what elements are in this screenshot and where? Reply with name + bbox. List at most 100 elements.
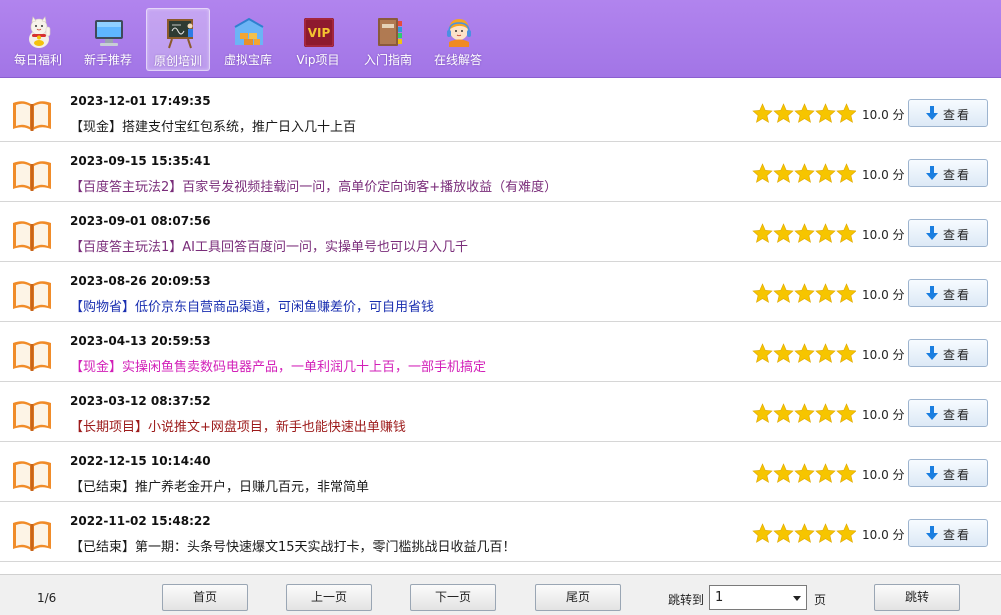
vip-badge-text: VIP [308, 26, 331, 40]
nav-beginner-recommend[interactable]: 新手推荐 [76, 8, 140, 71]
nav-virtual-treasury[interactable]: 虚拟宝库 [216, 8, 280, 71]
star-icon [752, 403, 773, 423]
view-button[interactable]: 查看 [908, 459, 988, 487]
star-icon [794, 523, 815, 543]
item-date: 2023-09-01 08:07:56 [70, 214, 211, 228]
prev-page-button[interactable]: 上一页 [286, 584, 372, 611]
item-score: 10.0 分 [862, 108, 905, 122]
star-icon [836, 463, 856, 483]
star-icon [794, 403, 815, 423]
star-rating [752, 463, 856, 483]
next-page-button[interactable]: 下一页 [410, 584, 496, 611]
item-title[interactable]: 【现金】实操闲鱼售卖数码电器产品，一单利润几十上百，一部手机搞定 [70, 356, 486, 375]
item-title[interactable]: 【已结束】第一期：头条号快速爆文15天实战打卡，零门槛挑战日收益几百！ [70, 536, 516, 555]
item-score: 10.0 分 [862, 228, 905, 242]
star-rating [752, 343, 856, 363]
star-icon [773, 523, 794, 543]
item-title[interactable]: 【现金】搭建支付宝红包系统，推广日入几十上百 [70, 116, 356, 135]
download-arrow-icon [926, 526, 938, 540]
open-book-icon [13, 161, 51, 191]
list-item: 2023-04-13 20:59:53 【现金】实操闲鱼售卖数码电器产品，一单利润… [0, 322, 1001, 382]
star-icon [752, 343, 773, 363]
item-date: 2022-12-15 10:14:40 [70, 454, 211, 468]
first-page-button[interactable]: 首页 [162, 584, 248, 611]
go-button[interactable]: 跳转 [874, 584, 960, 611]
download-arrow-icon [926, 166, 938, 180]
open-book-icon [13, 101, 51, 131]
vip-icon: VIP [304, 18, 334, 47]
star-icon [752, 163, 773, 183]
star-icon [773, 463, 794, 483]
download-arrow-icon [926, 346, 938, 360]
item-date: 2022-11-02 15:48:22 [70, 514, 211, 528]
list-item: 2023-09-01 08:07:56 【百度答主玩法1】AI工具回答百度问一问，… [0, 202, 1001, 262]
star-icon [836, 523, 856, 543]
pagination-bar: 1/6 首页 上一页 下一页 尾页 跳转到 1 页 跳转 [0, 574, 1001, 615]
list-item: 2023-08-26 20:09:53 【购物省】低价京东自营商品渠道，可闲鱼赚差… [0, 262, 1001, 322]
open-book-icon [13, 221, 51, 251]
star-icon [752, 523, 773, 543]
open-book-icon [13, 341, 51, 371]
view-button-label: 查看 [943, 468, 972, 482]
star-icon [773, 403, 794, 423]
item-title[interactable]: 【百度答主玩法1】AI工具回答百度问一问，实操单号也可以月入几千 [70, 236, 468, 255]
nav-getting-started[interactable]: 入门指南 [356, 8, 420, 71]
star-icon [773, 343, 794, 363]
last-page-button[interactable]: 尾页 [535, 584, 621, 611]
list-item: 2022-12-15 10:14:40 【已结束】推广养老金开户，日赚几百元，非常… [0, 442, 1001, 502]
open-book-icon [13, 401, 51, 431]
item-score: 10.0 分 [862, 528, 905, 542]
nav-label: 入门指南 [363, 53, 412, 67]
item-date: 2023-08-26 20:09:53 [70, 274, 211, 288]
view-button[interactable]: 查看 [908, 399, 988, 427]
view-button[interactable]: 查看 [908, 159, 988, 187]
item-title[interactable]: 【长期项目】小说推文+网盘项目，新手也能快速出单赚钱 [70, 416, 406, 435]
nav-original-training[interactable]: 原创培训 [146, 8, 210, 71]
page-unit-label: 页 [814, 593, 827, 607]
nav-label: Vip项目 [296, 53, 340, 67]
nav-online-answers[interactable]: 在线解答 [426, 8, 490, 71]
page-number-select[interactable]: 1 [709, 585, 807, 610]
star-icon [794, 163, 815, 183]
view-button[interactable]: 查看 [908, 519, 988, 547]
open-book-icon [13, 521, 51, 551]
nav-vip-projects[interactable]: VIP Vip项目 [286, 8, 350, 71]
item-title[interactable]: 【购物省】低价京东自营商品渠道，可闲鱼赚差价，可自用省钱 [70, 296, 434, 315]
star-icon [836, 283, 856, 303]
item-score: 10.0 分 [862, 468, 905, 482]
item-date: 2023-04-13 20:59:53 [70, 334, 211, 348]
star-icon [836, 403, 856, 423]
page-number-value: 1 [715, 590, 724, 605]
nav-label: 每日福利 [13, 53, 62, 67]
star-icon [815, 343, 836, 363]
nav-daily-benefits[interactable]: 每日福利 [6, 8, 70, 71]
item-title[interactable]: 【已结束】推广养老金开户，日赚几百元，非常简单 [70, 476, 369, 495]
star-rating [752, 223, 856, 243]
star-icon [815, 463, 836, 483]
star-icon [815, 283, 836, 303]
view-button[interactable]: 查看 [908, 279, 988, 307]
item-title[interactable]: 【百度答主玩法2】百家号发视频挂载问一问，高单价定向询客+播放收益（有难度） [70, 176, 557, 195]
star-icon [836, 103, 856, 123]
star-icon [752, 223, 773, 243]
star-icon [752, 283, 773, 303]
star-icon [773, 223, 794, 243]
star-rating [752, 163, 856, 183]
nav-label: 在线解答 [433, 53, 482, 67]
books-icon [378, 18, 402, 46]
star-icon [815, 163, 836, 183]
star-icon [794, 223, 815, 243]
view-button[interactable]: 查看 [908, 99, 988, 127]
view-button[interactable]: 查看 [908, 339, 988, 367]
star-icon [794, 103, 815, 123]
nav-label: 原创培训 [153, 54, 202, 68]
item-date: 2023-03-12 08:37:52 [70, 394, 211, 408]
star-icon [794, 463, 815, 483]
article-list: 2023-12-01 17:49:35 【现金】搭建支付宝红包系统，推广日入几十上… [0, 82, 1001, 574]
nav-label: 新手推荐 [83, 53, 132, 67]
star-icon [836, 343, 856, 363]
view-button[interactable]: 查看 [908, 219, 988, 247]
open-book-icon [13, 281, 51, 311]
star-rating [752, 103, 856, 123]
item-score: 10.0 分 [862, 348, 905, 362]
